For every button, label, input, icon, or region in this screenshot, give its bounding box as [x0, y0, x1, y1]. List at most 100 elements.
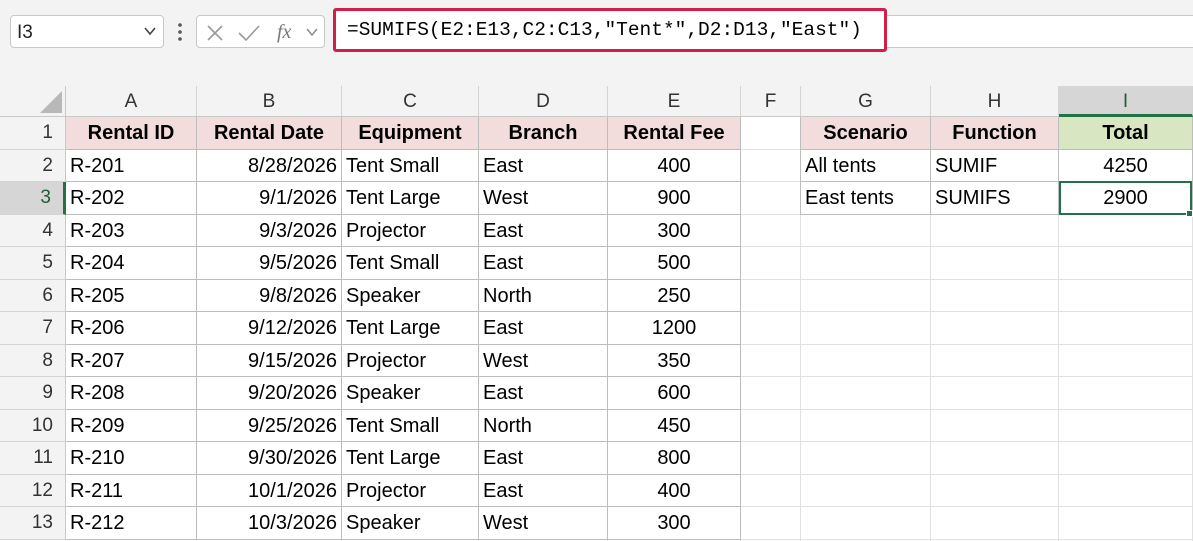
summary-cell[interactable]: All tents — [801, 149, 931, 182]
data-cell[interactable]: 1200 — [608, 312, 741, 345]
data-cell[interactable]: 450 — [608, 409, 741, 442]
data-cell[interactable]: 900 — [608, 182, 741, 215]
row-header-13[interactable]: 13 — [0, 507, 66, 540]
data-cell[interactable]: 400 — [608, 474, 741, 507]
data-cell[interactable]: Speaker — [342, 279, 479, 312]
data-cell[interactable]: 9/8/2026 — [197, 279, 342, 312]
enter-check-icon[interactable] — [237, 23, 261, 43]
data-cell[interactable]: 300 — [608, 507, 741, 540]
data-cell[interactable]: West — [479, 182, 608, 215]
summary-header-cell[interactable]: Total — [1059, 117, 1193, 150]
header-cell[interactable]: Rental Date — [197, 117, 342, 150]
data-cell[interactable]: Projector — [342, 474, 479, 507]
row-header-2[interactable]: 2 — [0, 149, 66, 182]
data-cell[interactable]: 10/1/2026 — [197, 474, 342, 507]
data-cell[interactable]: Speaker — [342, 377, 479, 410]
row-header-3[interactable]: 3 — [0, 182, 66, 215]
column-header-e[interactable]: E — [608, 86, 741, 117]
data-cell[interactable]: West — [479, 344, 608, 377]
fill-handle[interactable] — [1186, 210, 1193, 217]
data-cell[interactable]: Projector — [342, 344, 479, 377]
data-cell[interactable]: 9/30/2026 — [197, 442, 342, 475]
data-cell[interactable]: 9/20/2026 — [197, 377, 342, 410]
column-header-b[interactable]: B — [197, 86, 342, 117]
data-cell[interactable]: West — [479, 507, 608, 540]
data-cell[interactable]: R-208 — [66, 377, 197, 410]
data-cell[interactable]: R-203 — [66, 214, 197, 247]
data-cell[interactable]: 9/1/2026 — [197, 182, 342, 215]
row-header-9[interactable]: 9 — [0, 377, 66, 410]
active-cell-selection[interactable] — [1059, 181, 1192, 215]
data-cell[interactable]: R-201 — [66, 149, 197, 182]
summary-cell[interactable]: East tents — [801, 182, 931, 215]
summary-header-cell[interactable]: Scenario — [801, 117, 931, 150]
column-header-a[interactable]: A — [66, 86, 197, 117]
data-cell[interactable]: R-207 — [66, 344, 197, 377]
summary-cell[interactable]: SUMIFS — [931, 182, 1059, 215]
data-cell[interactable]: R-212 — [66, 507, 197, 540]
data-cell[interactable]: R-210 — [66, 442, 197, 475]
data-cell[interactable]: 800 — [608, 442, 741, 475]
data-cell[interactable]: Tent Small — [342, 247, 479, 280]
data-cell[interactable]: R-209 — [66, 409, 197, 442]
row-header-12[interactable]: 12 — [0, 474, 66, 507]
header-cell[interactable]: Rental Fee — [608, 117, 741, 150]
column-header-c[interactable]: C — [342, 86, 479, 117]
data-cell[interactable]: R-204 — [66, 247, 197, 280]
summary-cell[interactable]: 4250 — [1059, 149, 1193, 182]
data-cell[interactable]: 9/25/2026 — [197, 409, 342, 442]
formula-input-extension[interactable] — [887, 15, 1193, 48]
data-cell[interactable]: 8/28/2026 — [197, 149, 342, 182]
data-cell[interactable]: 500 — [608, 247, 741, 280]
column-header-f[interactable]: F — [741, 86, 801, 117]
data-cell[interactable]: East — [479, 442, 608, 475]
row-header-11[interactable]: 11 — [0, 442, 66, 475]
data-cell[interactable]: 9/5/2026 — [197, 247, 342, 280]
data-cell[interactable]: 9/3/2026 — [197, 214, 342, 247]
data-cell[interactable]: R-206 — [66, 312, 197, 345]
cancel-icon[interactable] — [205, 23, 225, 43]
column-header-g[interactable]: G — [801, 86, 931, 117]
data-cell[interactable]: North — [479, 279, 608, 312]
data-cell[interactable]: 9/12/2026 — [197, 312, 342, 345]
data-cell[interactable]: 400 — [608, 149, 741, 182]
row-header-5[interactable]: 5 — [0, 247, 66, 280]
data-cell[interactable]: Tent Small — [342, 149, 479, 182]
name-box[interactable]: I3 — [10, 15, 164, 48]
insert-function-icon[interactable]: fx — [275, 20, 301, 44]
row-header-8[interactable]: 8 — [0, 344, 66, 377]
formula-input[interactable]: =SUMIFS(E2:E13,C2:C13,"Tent*",D2:D13,"Ea… — [333, 8, 887, 52]
more-options-icon[interactable] — [172, 18, 188, 46]
data-cell[interactable]: R-205 — [66, 279, 197, 312]
header-cell[interactable]: Branch — [479, 117, 608, 150]
data-cell[interactable]: East — [479, 247, 608, 280]
data-cell[interactable]: East — [479, 214, 608, 247]
data-cell[interactable]: East — [479, 312, 608, 345]
data-cell[interactable]: 10/3/2026 — [197, 507, 342, 540]
column-header-d[interactable]: D — [479, 86, 608, 117]
data-cell[interactable]: Speaker — [342, 507, 479, 540]
chevron-down-icon[interactable] — [305, 25, 319, 39]
data-cell[interactable]: East — [479, 377, 608, 410]
data-cell[interactable]: East — [479, 149, 608, 182]
summary-header-cell[interactable]: Function — [931, 117, 1059, 150]
data-cell[interactable]: East — [479, 474, 608, 507]
data-cell[interactable]: 350 — [608, 344, 741, 377]
data-cell[interactable]: Projector — [342, 214, 479, 247]
data-cell[interactable]: R-211 — [66, 474, 197, 507]
header-cell[interactable]: Rental ID — [66, 117, 197, 150]
data-cell[interactable]: Tent Large — [342, 312, 479, 345]
summary-cell[interactable]: SUMIF — [931, 149, 1059, 182]
column-header-i[interactable]: I — [1059, 86, 1193, 117]
row-header-7[interactable]: 7 — [0, 312, 66, 345]
data-cell[interactable]: 9/15/2026 — [197, 344, 342, 377]
data-cell[interactable]: R-202 — [66, 182, 197, 215]
select-all-triangle-icon[interactable] — [40, 91, 62, 113]
data-cell[interactable]: Tent Small — [342, 409, 479, 442]
row-header-6[interactable]: 6 — [0, 279, 66, 312]
column-header-h[interactable]: H — [931, 86, 1059, 117]
chevron-down-icon[interactable] — [143, 23, 157, 39]
data-cell[interactable]: 300 — [608, 214, 741, 247]
formula-text[interactable]: =SUMIFS(E2:E13,C2:C13,"Tent*",D2:D13,"Ea… — [347, 19, 862, 41]
name-box-value[interactable]: I3 — [17, 22, 33, 44]
